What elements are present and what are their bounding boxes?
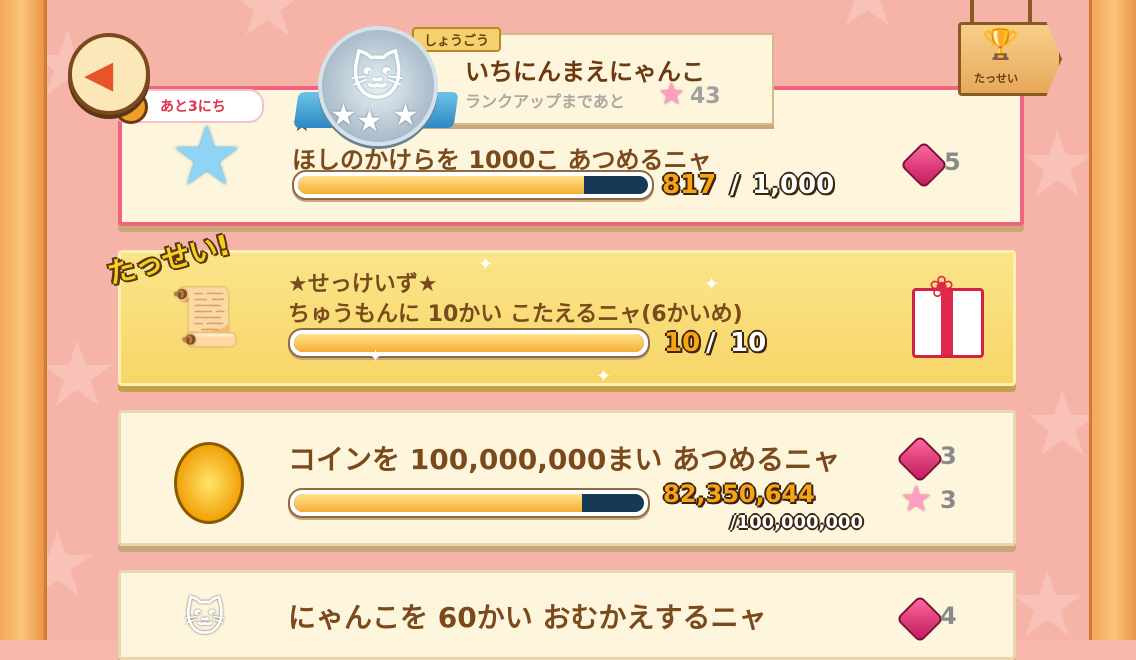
sparkle-icon: ✦: [478, 254, 494, 275]
progress-fill: [294, 494, 583, 512]
right-wood-frame: [1089, 0, 1136, 640]
progress-bar: [292, 170, 654, 200]
mission-title: コインを 100,000,000まい あつめるニャ: [288, 443, 841, 476]
back-arrow-icon: ◀: [84, 52, 114, 96]
progress-total: /100,000,000: [730, 512, 863, 533]
pink-star-icon: ★: [658, 77, 685, 112]
progress-fill: [294, 334, 644, 352]
progress-total: 1,000: [752, 170, 835, 200]
gift-box-icon[interactable]: ❀: [912, 273, 984, 358]
medal-star-icon: ★: [330, 98, 357, 133]
sparkle-icon: ✦: [368, 346, 384, 367]
rank-up-remaining-count: 43: [690, 84, 721, 109]
mission-title: にゃんこを 60かい おむかえするニャ: [288, 601, 767, 634]
progress-bar: [288, 488, 650, 518]
progress-current: 82,350,644: [663, 480, 815, 508]
progress-fill: [298, 176, 584, 194]
left-wood-frame: [0, 0, 47, 640]
sparkle-icon: ✦: [704, 274, 720, 295]
board-rope: [970, 0, 974, 24]
medal-star-icon: ★: [392, 98, 419, 133]
achievements-label: たっせい: [974, 72, 1018, 85]
mission-card-3[interactable]: コインを 100,000,000まい あつめるニャ 82,350,644 /10…: [118, 410, 1016, 546]
time-left-text: あと3にち: [160, 99, 226, 115]
reward-gem-count: 3: [940, 442, 957, 470]
progress-total: 10: [730, 328, 767, 358]
trophy-icon: 🏆: [982, 27, 1020, 62]
rank-up-remaining-label: ランクアップまであと: [465, 92, 625, 111]
progress-current: 10: [664, 328, 701, 358]
back-button[interactable]: ◀: [68, 33, 150, 115]
cat-icon: 🐱: [184, 595, 226, 641]
progress-current: 817: [662, 170, 717, 200]
reward-star-count: 3: [940, 486, 957, 514]
mission-stars: ★せっけいず★: [288, 272, 438, 297]
progress-separator: /: [706, 328, 716, 358]
progress-separator: /: [730, 170, 740, 200]
mission-card-4[interactable]: 🐱 にゃんこを 60かい おむかえするニャ 4: [118, 570, 1016, 660]
pink-star-icon: ★: [900, 479, 933, 520]
board-rope: [1028, 0, 1032, 24]
gem-icon: [895, 434, 945, 484]
mission-title: ちゅうもんに 10かい こたえるニャ(6かいめ): [288, 302, 743, 327]
star-icon: ★: [170, 109, 244, 204]
gem-icon: [899, 140, 949, 190]
progress-bar: [288, 328, 650, 358]
medal-star-icon: ★: [356, 104, 383, 139]
coin-icon: [174, 442, 244, 524]
blueprint-scroll-icon: 📜: [170, 285, 240, 350]
gem-icon: [895, 594, 945, 644]
sparkle-icon: ✦: [596, 366, 612, 387]
reward-gem-count: 4: [940, 602, 957, 630]
mission-card-2[interactable]: 📜 ★せっけいず★ ちゅうもんに 10かい こたえるニャ(6かいめ) 10 / …: [118, 250, 1016, 386]
reward-gem-count: 5: [944, 148, 961, 176]
